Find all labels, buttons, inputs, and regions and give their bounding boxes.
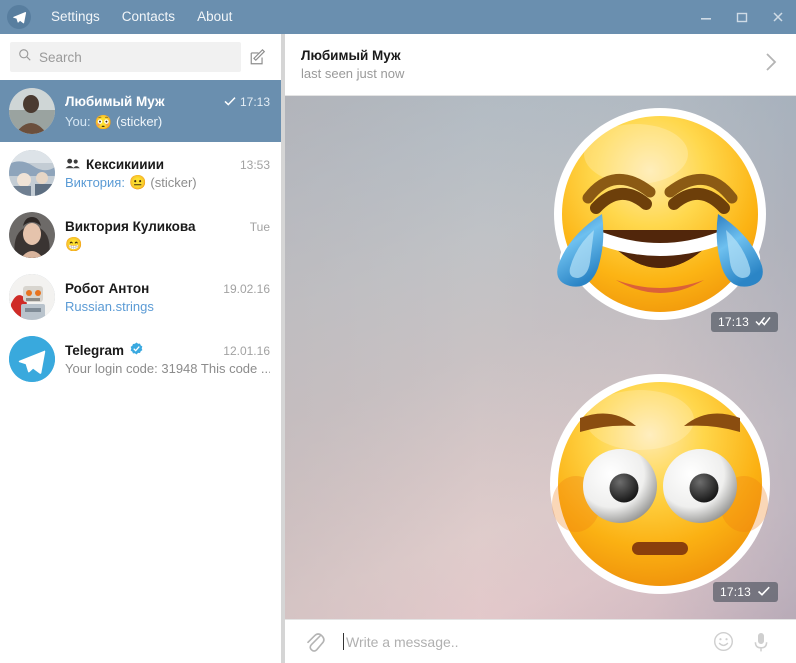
- message-composer: Write a message..: [285, 619, 796, 663]
- chat-item-body: Telegram 12.01.16 Your login code: 31948…: [65, 342, 270, 376]
- verified-badge-icon: [130, 342, 143, 355]
- chat-item-meta: 13:53: [240, 158, 270, 172]
- preview-text: (sticker): [150, 175, 196, 190]
- flushed-face-sticker: [536, 364, 784, 608]
- preview-text: Russian.strings: [65, 299, 154, 314]
- main-body: Search: [0, 34, 796, 663]
- chat-item-meta: 17:13: [224, 93, 270, 111]
- chat-list-item-keksikiiii[interactable]: Кексикииии 13:53 Виктория: 😐 (sticker): [0, 142, 281, 204]
- message-time-text: 17:13: [718, 315, 749, 329]
- chat-item-name: Telegram: [65, 343, 124, 358]
- message-timestamp: 17:13: [713, 582, 778, 602]
- message-list[interactable]: 17:13: [285, 96, 796, 619]
- close-icon[interactable]: [760, 0, 796, 34]
- chat-item-preview: 😁: [65, 237, 270, 251]
- message-bubble-sticker-1[interactable]: 17:13: [536, 102, 784, 338]
- chat-item-body: Кексикииии 13:53 Виктория: 😐 (sticker): [65, 157, 270, 190]
- minimize-icon[interactable]: [688, 0, 724, 34]
- single-check-icon: [757, 585, 771, 599]
- sticker-wrap: 17:13: [536, 102, 784, 338]
- chat-item-time: 13:53: [240, 158, 270, 172]
- chat-pane: Любимый Муж last seen just now: [285, 34, 796, 663]
- preview-sender: Виктория:: [65, 175, 125, 190]
- chat-header[interactable]: Любимый Муж last seen just now: [285, 34, 796, 96]
- telegram-paper-plane-icon: [7, 5, 31, 29]
- text-caret: [343, 633, 344, 650]
- maximize-icon[interactable]: [724, 0, 760, 34]
- chat-item-preview: You: 😳 (sticker): [65, 114, 270, 129]
- menu-about[interactable]: About: [186, 0, 243, 34]
- face-with-tears-of-joy-sticker: [536, 102, 784, 338]
- chat-item-top: Telegram 12.01.16: [65, 342, 270, 358]
- chat-item-top: Любимый Муж 17:13: [65, 93, 270, 111]
- chat-item-time: Tue: [250, 220, 270, 234]
- search-icon: [18, 48, 32, 67]
- message-stack: 17:13: [285, 96, 796, 619]
- chat-header-texts: Любимый Муж last seen just now: [301, 48, 404, 81]
- menu-bar: Settings Contacts About: [40, 0, 243, 34]
- message-placeholder: Write a message..: [346, 634, 459, 650]
- menu-settings[interactable]: Settings: [40, 0, 111, 34]
- search-input[interactable]: Search: [10, 42, 241, 72]
- chat-item-meta: 19.02.16: [223, 282, 270, 296]
- preview-emoji: 😁: [65, 237, 82, 251]
- window-controls: [688, 0, 796, 34]
- paperclip-icon[interactable]: [301, 631, 329, 653]
- chat-item-top: Робот Антон 19.02.16: [65, 281, 270, 296]
- message-input[interactable]: Write a message..: [329, 633, 704, 650]
- message-time-text: 17:13: [720, 585, 751, 599]
- preview-text: (sticker): [116, 114, 162, 129]
- microphone-icon[interactable]: [742, 631, 780, 653]
- message-bubble-sticker-2[interactable]: 17:13: [536, 364, 784, 608]
- title-bar: Settings Contacts About: [0, 0, 796, 34]
- sticker-wrap: 17:13: [536, 364, 784, 608]
- chat-item-preview: Your login code: 31948 This code ...: [65, 361, 270, 376]
- preview-text: Your login code: 31948 This code ...: [65, 361, 270, 376]
- chat-list-item-lyubimyy-muzh[interactable]: Любимый Муж 17:13 You: 😳 (sticke: [0, 80, 281, 142]
- avatar: [9, 212, 55, 258]
- avatar: [9, 88, 55, 134]
- chat-item-name: Любимый Муж: [65, 94, 165, 109]
- compose-pencil-icon[interactable]: [245, 42, 271, 72]
- chat-item-meta: 12.01.16: [223, 344, 270, 358]
- chat-title: Любимый Муж: [301, 48, 404, 63]
- search-placeholder: Search: [39, 50, 82, 65]
- sidebar: Search: [0, 34, 281, 663]
- chat-list-item-robot-anton[interactable]: Робот Антон 19.02.16 Russian.strings: [0, 266, 281, 328]
- chat-list[interactable]: Любимый Муж 17:13 You: 😳 (sticke: [0, 80, 281, 663]
- chat-item-body: Виктория Куликова Tue 😁: [65, 219, 270, 251]
- chat-item-name: Кексикииии: [86, 157, 164, 172]
- chat-item-body: Робот Антон 19.02.16 Russian.strings: [65, 281, 270, 314]
- chat-item-preview: Виктория: 😐 (sticker): [65, 175, 270, 190]
- avatar: [9, 274, 55, 320]
- chat-item-top: Кексикииии 13:53: [65, 157, 270, 172]
- chat-list-item-telegram[interactable]: Telegram 12.01.16 Your login code: 31948…: [0, 328, 281, 390]
- preview-emoji: 😳: [95, 115, 112, 129]
- chat-item-meta: Tue: [250, 220, 270, 234]
- chat-item-top: Виктория Куликова Tue: [65, 219, 270, 234]
- avatar: [9, 336, 55, 382]
- chat-item-time: 19.02.16: [223, 282, 270, 296]
- preview-emoji: 😐: [129, 175, 146, 189]
- chat-item-time: 12.01.16: [223, 344, 270, 358]
- preview-sender: You:: [65, 114, 91, 129]
- chevron-right-icon[interactable]: [762, 50, 780, 79]
- group-icon: [65, 158, 80, 169]
- double-check-icon: [755, 315, 771, 329]
- single-check-icon: [224, 93, 236, 111]
- menu-contacts[interactable]: Contacts: [111, 0, 186, 34]
- chat-item-time: 17:13: [240, 95, 270, 109]
- telegram-window: Settings Contacts About S: [0, 0, 796, 663]
- smiley-icon[interactable]: [704, 631, 742, 652]
- chat-list-item-viktoriya-kulikova[interactable]: Виктория Куликова Tue 😁: [0, 204, 281, 266]
- chat-item-name: Робот Антон: [65, 281, 149, 296]
- search-row: Search: [0, 34, 281, 80]
- chat-item-body: Любимый Муж 17:13 You: 😳 (sticke: [65, 93, 270, 129]
- avatar: [9, 150, 55, 196]
- chat-status: last seen just now: [301, 66, 404, 81]
- message-timestamp: 17:13: [711, 312, 778, 332]
- chat-item-preview: Russian.strings: [65, 299, 270, 314]
- chat-item-name: Виктория Куликова: [65, 219, 196, 234]
